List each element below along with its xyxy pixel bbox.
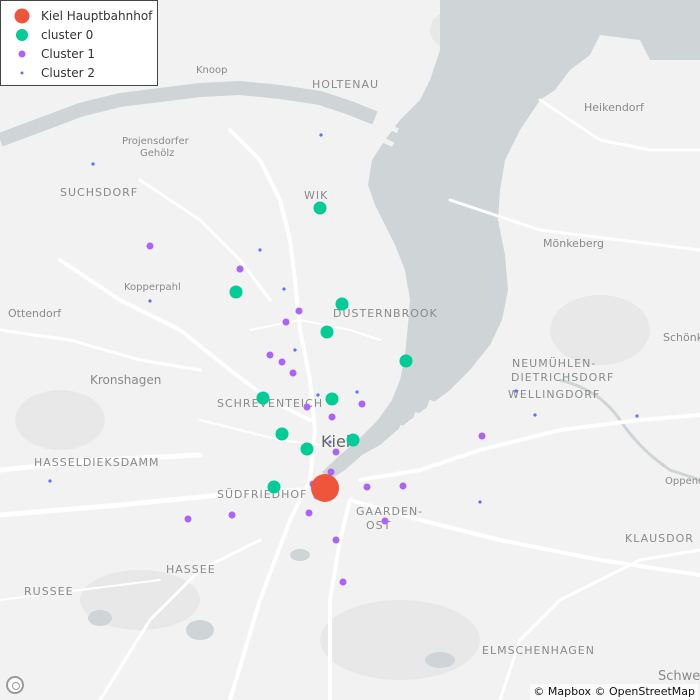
place-label: Mönkeberg bbox=[543, 237, 604, 250]
cluster-1-point[interactable] bbox=[363, 483, 371, 491]
cluster-2-point[interactable] bbox=[258, 248, 262, 252]
map-canvas[interactable]: HOLTENAU Knoop Heikendorf Projensdorfer … bbox=[0, 0, 700, 700]
place-label: NEUMÜHLEN- bbox=[512, 357, 596, 370]
place-label: Schwe bbox=[658, 669, 700, 684]
cluster-2-point[interactable] bbox=[91, 162, 95, 166]
cluster-1-point[interactable] bbox=[146, 242, 154, 250]
cluster-2-point[interactable] bbox=[316, 393, 320, 397]
medium-circle-icon bbox=[16, 29, 28, 41]
place-label: GAARDEN- bbox=[356, 505, 423, 518]
place-label: WIK bbox=[304, 189, 328, 202]
cluster-2-point[interactable] bbox=[635, 414, 639, 418]
cluster-0-point[interactable] bbox=[346, 433, 360, 447]
small-circle-icon bbox=[18, 50, 26, 58]
cluster-1-point[interactable] bbox=[184, 515, 192, 523]
place-label: Schönk bbox=[663, 331, 700, 344]
place-label: Kronshagen bbox=[90, 373, 161, 387]
place-label: Ottendorf bbox=[8, 307, 62, 320]
place-label: Projensdorfer bbox=[122, 136, 190, 147]
cluster-1-point[interactable] bbox=[358, 400, 366, 408]
place-label: RUSSEE bbox=[24, 585, 74, 598]
cluster-1-point[interactable] bbox=[278, 358, 286, 366]
cluster-0-point[interactable] bbox=[335, 297, 349, 311]
cluster-2-point[interactable] bbox=[293, 348, 297, 352]
cluster-0-point[interactable] bbox=[300, 442, 314, 456]
place-label: HASSELDIEKSDAMM bbox=[34, 456, 159, 469]
cluster-0-point[interactable] bbox=[320, 325, 334, 339]
map-attribution[interactable]: © Mapbox © OpenStreetMap bbox=[530, 684, 698, 700]
place-label: Heikendorf bbox=[584, 101, 645, 114]
place-label: HOLTENAU bbox=[312, 78, 379, 91]
cluster-2-point[interactable] bbox=[355, 390, 359, 394]
legend-item-hauptbahnhof[interactable]: Kiel Hauptbahnhof bbox=[9, 7, 152, 25]
place-label: HASSEE bbox=[166, 563, 216, 576]
cluster-2-point[interactable] bbox=[148, 299, 152, 303]
cluster-0-point[interactable] bbox=[275, 427, 289, 441]
place-label: WELLINGDORF bbox=[508, 388, 600, 401]
place-label: ELMSCHENHAGEN bbox=[482, 644, 595, 657]
place-label: SÜDFRIEDHOF bbox=[217, 488, 307, 501]
place-label: SUCHSDORF bbox=[60, 186, 138, 199]
cluster-2-point[interactable] bbox=[319, 133, 323, 137]
cluster-2-point[interactable] bbox=[282, 287, 286, 291]
cluster-2-point[interactable] bbox=[48, 479, 52, 483]
place-label: Kiel bbox=[321, 432, 350, 451]
cluster-1-point[interactable] bbox=[305, 509, 313, 517]
mapbox-logo-icon[interactable] bbox=[6, 676, 24, 694]
cluster-1-point[interactable] bbox=[228, 511, 236, 519]
legend: Kiel Hauptbahnhof cluster 0 Cluster 1 Cl… bbox=[0, 0, 158, 86]
cluster-1-point[interactable] bbox=[399, 482, 407, 490]
place-label: Knoop bbox=[196, 65, 227, 76]
cluster-1-point[interactable] bbox=[266, 351, 274, 359]
cluster-1-point[interactable] bbox=[327, 468, 335, 476]
hauptbahnhof-point[interactable] bbox=[311, 474, 339, 502]
cluster-0-point[interactable] bbox=[267, 480, 281, 494]
place-label: Oppend bbox=[665, 476, 700, 487]
cluster-2-point[interactable] bbox=[478, 500, 482, 504]
cluster-1-point[interactable] bbox=[282, 318, 290, 326]
cluster-2-point[interactable] bbox=[533, 413, 537, 417]
cluster-1-point[interactable] bbox=[236, 265, 244, 273]
cluster-0-point[interactable] bbox=[399, 354, 413, 368]
legend-item-cluster-0[interactable]: cluster 0 bbox=[9, 26, 93, 44]
cluster-1-point[interactable] bbox=[289, 369, 297, 377]
large-circle-icon bbox=[14, 8, 30, 24]
legend-item-cluster-1[interactable]: Cluster 1 bbox=[9, 45, 95, 63]
cluster-0-point[interactable] bbox=[313, 201, 327, 215]
place-label: DIETRICHSDORF bbox=[511, 371, 614, 384]
cluster-1-point[interactable] bbox=[295, 307, 303, 315]
place-label: KLAUSDOR bbox=[625, 532, 694, 545]
cluster-0-point[interactable] bbox=[325, 392, 339, 406]
cluster-1-point[interactable] bbox=[332, 448, 340, 456]
legend-item-cluster-2[interactable]: Cluster 2 bbox=[9, 64, 95, 82]
cluster-2-point[interactable] bbox=[328, 440, 332, 444]
cluster-1-point[interactable] bbox=[332, 536, 340, 544]
cluster-1-point[interactable] bbox=[381, 517, 389, 525]
cluster-1-point[interactable] bbox=[303, 403, 311, 411]
cluster-1-point[interactable] bbox=[339, 578, 347, 586]
tiny-dot-icon bbox=[20, 71, 24, 75]
place-label: DÜSTERNBROOK bbox=[333, 307, 438, 320]
cluster-0-point[interactable] bbox=[229, 285, 243, 299]
place-label: Kopperpahl bbox=[124, 282, 181, 293]
cluster-0-point[interactable] bbox=[256, 391, 270, 405]
cluster-1-point[interactable] bbox=[478, 432, 486, 440]
basemap: HOLTENAU Knoop Heikendorf Projensdorfer … bbox=[0, 0, 700, 700]
place-label: Gehölz bbox=[140, 148, 174, 159]
cluster-2-point[interactable] bbox=[514, 389, 518, 393]
cluster-1-point[interactable] bbox=[328, 413, 336, 421]
